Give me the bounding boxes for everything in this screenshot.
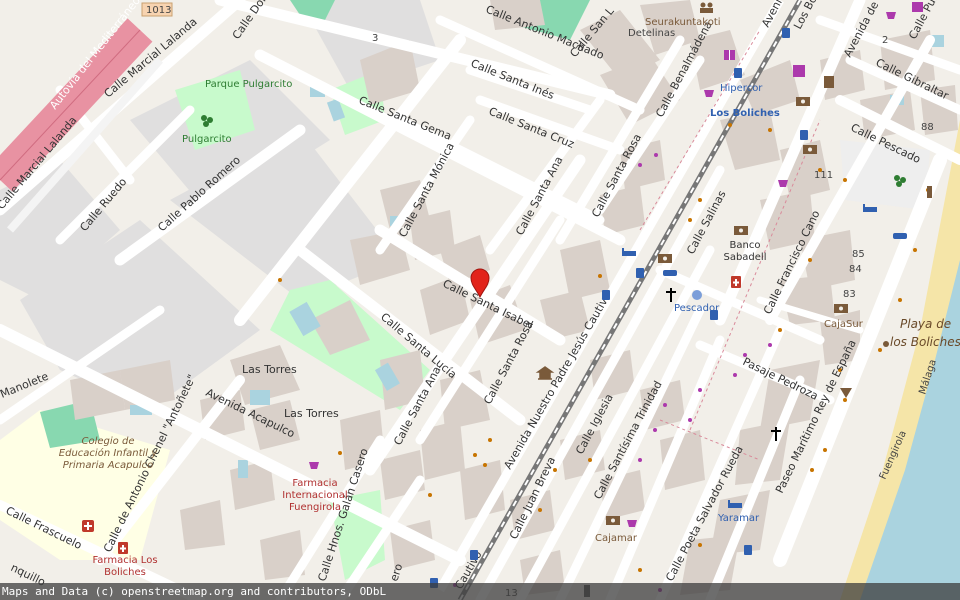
bicycle-rental-icon[interactable] xyxy=(793,65,805,77)
bus-stop-icon[interactable] xyxy=(710,310,718,320)
bus-stop-icon[interactable] xyxy=(602,290,610,300)
bank-icon[interactable] xyxy=(834,304,848,313)
car-rental-icon[interactable] xyxy=(663,270,677,276)
shelter-icon[interactable] xyxy=(824,76,834,88)
monument-icon[interactable] xyxy=(927,186,932,198)
place-farmacia-internacional: Farmacia Internacional Fuengirola xyxy=(282,478,348,513)
house-number: 83 xyxy=(843,289,856,300)
road-ref-label: 1013 xyxy=(146,5,171,16)
place-parque-pulgarcito: Parque Pulgarcito xyxy=(205,79,292,90)
place-seurakuntakoti: Seurakuntakoti xyxy=(645,17,721,28)
bus-stop-icon[interactable] xyxy=(734,68,742,78)
place-cajasur: CajaSur xyxy=(824,319,864,330)
place-playa-1: Playa de xyxy=(900,317,951,331)
place-banco-sabadell: Banco Sabadell xyxy=(723,240,767,263)
house-number: 88 xyxy=(921,122,934,133)
pharmacy-icon[interactable] xyxy=(731,276,741,288)
bank-icon[interactable] xyxy=(803,145,817,154)
house-number: 2 xyxy=(882,35,888,46)
bank-icon[interactable] xyxy=(606,516,620,525)
house-number: 85 xyxy=(852,249,865,260)
place-playa-2: los Boliches xyxy=(890,335,960,349)
place-farmacia-los-boliches: Farmacia Los Boliches xyxy=(92,555,158,578)
house-number: 3 xyxy=(372,33,378,44)
gift-shop-icon[interactable] xyxy=(724,50,735,60)
bank-icon[interactable] xyxy=(734,226,748,235)
drinking-water-icon[interactable] xyxy=(883,341,889,347)
bus-stop-icon[interactable] xyxy=(744,545,752,555)
bank-icon[interactable] xyxy=(796,97,810,106)
bank-icon[interactable] xyxy=(658,254,672,263)
place-hipercor: Hipercor xyxy=(720,83,763,94)
place-detelinas: Detelinas xyxy=(628,28,675,39)
bus-stop-icon[interactable] xyxy=(470,550,478,560)
house-number: 84 xyxy=(849,264,862,275)
car-rental-icon[interactable] xyxy=(893,233,907,239)
pharmacy-icon[interactable] xyxy=(118,542,128,554)
railway-station-icon[interactable] xyxy=(692,290,702,300)
place-los-boliches: Los Boliches xyxy=(710,108,780,119)
gift-shop-icon[interactable] xyxy=(912,2,923,12)
bus-stop-icon[interactable] xyxy=(636,268,644,278)
place-pulgarcito: Pulgarcito xyxy=(182,134,232,145)
place-yaramar: Yaramar xyxy=(717,513,760,524)
place-cajamar: Cajamar xyxy=(595,533,638,544)
pharmacy-icon[interactable] xyxy=(82,520,94,532)
house-number: 111 xyxy=(814,170,833,181)
map-canvas[interactable]: Autovía del Mediterráneo 1013 Calle Marc… xyxy=(0,0,960,600)
map-attribution[interactable]: Maps and Data (c) openstreetmap.org and … xyxy=(0,583,960,600)
map-layer: Autovía del Mediterráneo 1013 Calle Marc… xyxy=(0,0,960,600)
bus-stop-icon[interactable] xyxy=(800,130,808,140)
place-las-torres-1: Las Torres xyxy=(242,363,297,376)
bus-stop-icon[interactable] xyxy=(782,28,790,38)
place-colegio: Colegio de Educación Infantil y Primaria… xyxy=(58,436,158,471)
place-las-torres-2: Las Torres xyxy=(284,407,339,420)
